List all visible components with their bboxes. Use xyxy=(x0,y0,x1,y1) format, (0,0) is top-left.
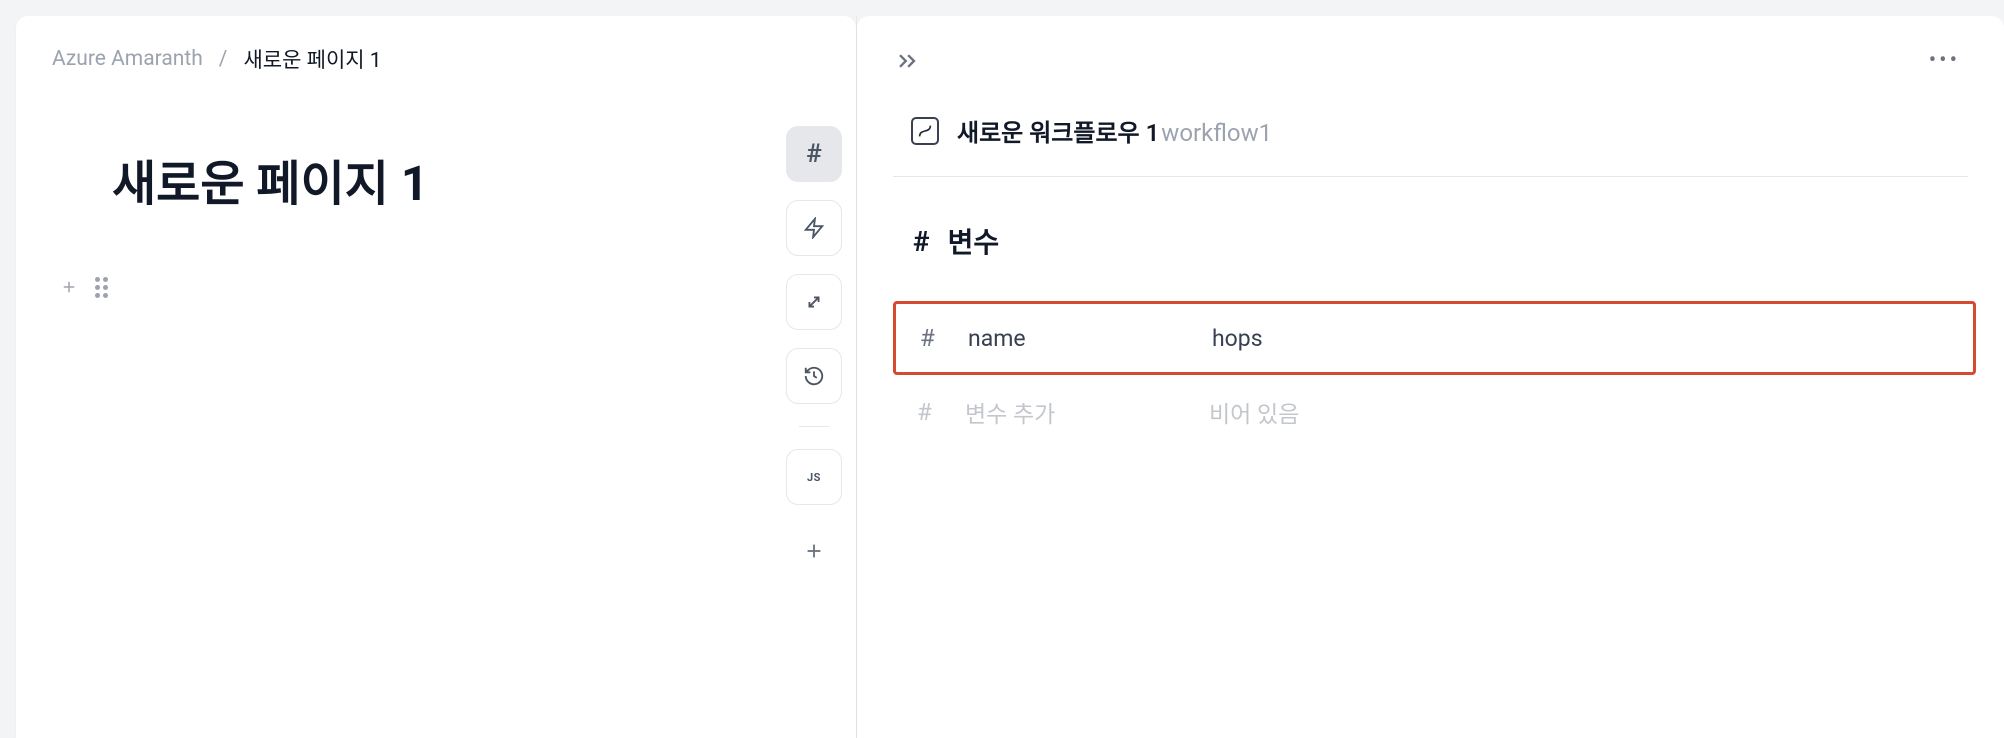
workflow-id: workflow1 xyxy=(1161,119,1272,147)
hash-icon: # xyxy=(917,398,965,426)
right-toolbar: # JS xyxy=(772,16,856,738)
js-icon: JS xyxy=(807,471,821,484)
workflow-title: 새로운 워크플로우 1 xyxy=(957,119,1159,147)
variable-value[interactable]: hops xyxy=(1212,325,1263,352)
breadcrumb-separator: / xyxy=(219,47,228,71)
variable-row[interactable]: # name hops xyxy=(893,301,1976,375)
history-icon xyxy=(803,365,825,387)
breadcrumb-workspace[interactable]: Azure Amaranth xyxy=(52,47,203,71)
add-variable-placeholder[interactable]: 변수 추가 xyxy=(965,395,1209,429)
flow-icon xyxy=(803,291,825,313)
toolbar-variables-button[interactable]: # xyxy=(786,126,842,182)
ellipsis-icon: ••• xyxy=(1929,48,1960,73)
toolbar-flow-button[interactable] xyxy=(786,274,842,330)
add-block-icon[interactable] xyxy=(60,278,78,296)
workflow-icon xyxy=(911,117,939,145)
hash-icon: # xyxy=(913,225,930,258)
toolbar-history-button[interactable] xyxy=(786,348,842,404)
hash-icon: # xyxy=(806,139,822,169)
right-panel: ••• 새로운 워크플로우 1workflow1 # 변수 # name hop… xyxy=(857,16,2004,738)
variable-name[interactable]: name xyxy=(968,325,1212,352)
hash-icon: # xyxy=(920,324,968,352)
chevron-double-right-icon xyxy=(893,47,921,75)
page-title[interactable]: 새로운 페이지 1 xyxy=(112,144,736,214)
add-variable-row[interactable]: # 변수 추가 비어 있음 xyxy=(893,375,1968,449)
editor-empty-block[interactable] xyxy=(60,278,736,296)
toolbar-js-button[interactable]: JS xyxy=(786,449,842,505)
variables-section-title: 변수 xyxy=(948,221,1000,261)
variables-section-header: # 변수 xyxy=(893,221,1968,261)
toolbar-actions-button[interactable] xyxy=(786,200,842,256)
breadcrumb: Azure Amaranth / 새로운 페이지 1 xyxy=(52,44,736,74)
lightning-icon xyxy=(803,217,825,239)
toolbar-divider xyxy=(799,426,829,427)
collapse-panel-button[interactable] xyxy=(893,47,921,75)
more-options-button[interactable]: ••• xyxy=(1921,44,1968,77)
variable-value-placeholder: 비어 있음 xyxy=(1209,395,1299,429)
plus-icon xyxy=(803,540,825,562)
drag-handle-icon[interactable] xyxy=(92,278,110,296)
left-panel: Azure Amaranth / 새로운 페이지 1 새로운 페이지 1 # xyxy=(16,16,856,738)
breadcrumb-current-page[interactable]: 새로운 페이지 1 xyxy=(243,44,381,74)
workflow-header[interactable]: 새로운 워크플로우 1workflow1 xyxy=(893,113,1968,177)
toolbar-add-button[interactable] xyxy=(786,523,842,579)
